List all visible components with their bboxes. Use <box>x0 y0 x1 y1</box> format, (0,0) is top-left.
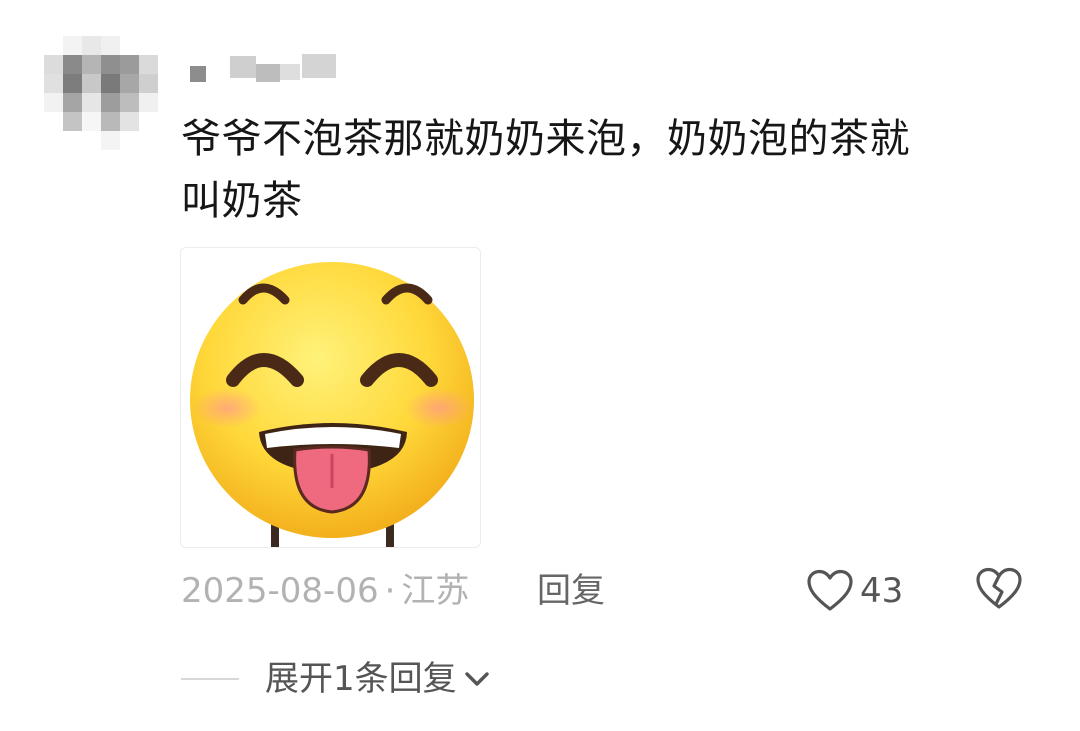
laughing-tongue-emoji-icon <box>190 262 474 547</box>
reply-button[interactable]: 回复 <box>537 566 605 616</box>
chevron-down-icon <box>464 672 489 686</box>
username-blurred[interactable] <box>190 52 340 84</box>
expand-replies-button[interactable]: 展开1条回复 <box>181 652 491 706</box>
comment-location: 江苏 <box>401 571 470 611</box>
comment-date: 2025-08-06 <box>181 571 379 611</box>
broken-heart-icon <box>976 567 1022 609</box>
comment-line-2: 叫奶茶 <box>181 178 303 224</box>
sticker-image[interactable] <box>180 247 481 548</box>
meta-separator: · <box>384 571 396 611</box>
heart-outline-icon <box>807 569 853 611</box>
comment-text: 爷爷不泡茶那就奶奶来泡，奶奶泡的茶就 叫奶茶 <box>181 108 1021 232</box>
comment-meta: 2025-08-06 · 江苏 <box>181 566 469 616</box>
divider-line <box>181 678 239 680</box>
like-count: 43 <box>860 571 904 611</box>
dislike-button[interactable] <box>974 566 1024 616</box>
like-button[interactable]: 43 <box>806 564 903 618</box>
avatar[interactable] <box>44 36 158 150</box>
comment-line-1: 爷爷不泡茶那就奶奶来泡，奶奶泡的茶就 <box>181 116 910 162</box>
expand-replies-label: 展开1条回复 <box>265 659 457 699</box>
